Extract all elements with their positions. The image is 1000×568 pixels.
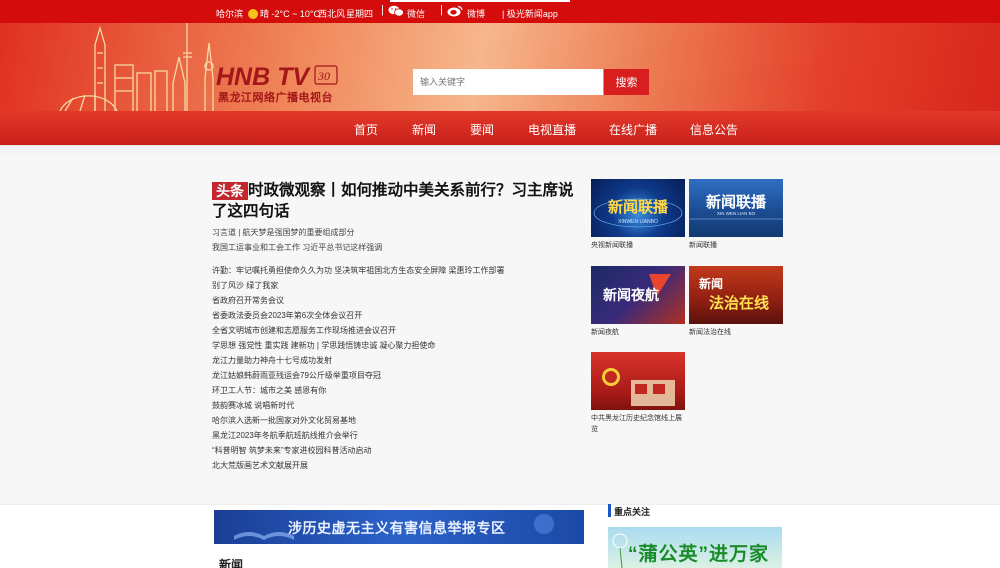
- sun-icon: [249, 10, 257, 18]
- site-header: HNB TV 30 黑龙江网络广播电视台 搜索: [0, 23, 1000, 111]
- top-divider: [390, 0, 570, 2]
- list-item[interactable]: 省政府召开常务会议: [212, 293, 504, 308]
- sub-link[interactable]: 习言道 | 航天梦是强国梦的重要组成部分: [212, 225, 382, 240]
- thumb-news-broadcast[interactable]: 新闻联播 XIN WEN LIAN BO: [689, 179, 783, 237]
- focus-feature-text: “蒲公英”进万家: [628, 544, 770, 565]
- svg-text:法治在线: 法治在线: [709, 294, 769, 312]
- thumb-caption[interactable]: 新闻法治在线: [689, 327, 785, 338]
- city-skyline-illustration: [59, 23, 214, 111]
- search-input[interactable]: [413, 69, 603, 95]
- svg-text:新闻联播: 新闻联播: [608, 198, 669, 216]
- report-zone-banner[interactable]: 涉历史虚无主义有害信息举报专区: [214, 510, 584, 544]
- list-item[interactable]: 学思想 强党性 重实践 建新功 | 学思践悟铸忠诚 凝心聚力担使命: [212, 338, 504, 353]
- list-item[interactable]: 许勤：牢记嘱托勇担使命久久为功 坚决筑牢祖国北方生态安全屏障 梁惠玲工作部署: [212, 263, 504, 278]
- svg-text:XINWEN LIANBO: XINWEN LIANBO: [618, 219, 658, 225]
- nav-announcements[interactable]: 信息公告: [690, 121, 738, 138]
- list-item[interactable]: 省委政法委员会2023年第6次全体会议召开: [212, 308, 504, 323]
- nav-tv-live[interactable]: 电视直播: [528, 121, 576, 138]
- svg-text:XIN WEN LIAN BO: XIN WEN LIAN BO: [717, 211, 756, 216]
- headline-sub-links: 习言道 | 航天梦是强国梦的重要组成部分 我国工运事业和工会工作 习近平总书记这…: [212, 225, 382, 255]
- list-item[interactable]: 环卫工人节：城市之美 感恩有你: [212, 383, 504, 398]
- svg-text:新闻联播: 新闻联播: [706, 193, 767, 211]
- banner-text: 涉历史虚无主义有害信息举报专区: [288, 520, 506, 536]
- site-logo[interactable]: HNB TV 30: [216, 63, 340, 89]
- weekday-label: 星期四: [346, 9, 374, 19]
- focus-section-title: 重点关注: [614, 507, 651, 517]
- weibo-icon[interactable]: [447, 5, 463, 17]
- thumb-law-online[interactable]: 新闻 法治在线: [689, 266, 783, 324]
- top-bar: 哈尔滨 晴 -2°C ~ 10°C 西北风 星期四 | 微信 | 微博 | 极光…: [0, 0, 1000, 23]
- svg-text:30: 30: [317, 69, 330, 83]
- list-item[interactable]: 别了风沙 绿了我家: [212, 278, 504, 293]
- thumb-caption[interactable]: 新闻夜航: [591, 327, 687, 338]
- weibo-link[interactable]: 微博: [467, 7, 485, 20]
- news-list: 许勤：牢记嘱托勇担使命久久为功 坚决筑牢祖国北方生态安全屏障 梁惠玲工作部署 别…: [212, 263, 504, 473]
- focus-feature-image[interactable]: “蒲公英”进万家: [608, 527, 782, 568]
- search-button[interactable]: 搜索: [604, 69, 649, 95]
- list-item[interactable]: “科普明智 筑梦未来”专家进校园科普活动启动: [212, 443, 504, 458]
- wechat-icon[interactable]: [388, 5, 404, 17]
- news-section-title: 新闻: [219, 558, 244, 568]
- nav-radio[interactable]: 在线广播: [609, 121, 657, 138]
- nav-shadow: [0, 145, 1000, 155]
- thumb-cctv-news[interactable]: 新闻联播 XINWEN LIANBO: [591, 179, 685, 237]
- nav-home[interactable]: 首页: [354, 121, 378, 138]
- svg-text:HNB TV: HNB TV: [216, 63, 311, 89]
- list-item[interactable]: 北大荒版画艺术文献展开展: [212, 458, 504, 473]
- list-item[interactable]: 龙江力量助力神舟十七号成功发射: [212, 353, 504, 368]
- nav-news[interactable]: 新闻: [412, 121, 436, 138]
- city-label: 哈尔滨: [216, 9, 244, 19]
- svg-text:新闻: 新闻: [699, 276, 723, 291]
- wechat-link[interactable]: 微信: [407, 7, 425, 20]
- svg-text:新闻夜航: 新闻夜航: [603, 287, 659, 304]
- main-nav: 首页 新闻 要闻 电视直播 在线广播 信息公告: [0, 111, 1000, 145]
- thumb-party-history-exhibition[interactable]: [591, 352, 685, 410]
- thumb-caption[interactable]: 央视新闻联播: [591, 240, 687, 251]
- list-item[interactable]: 哈尔滨入选新一批国家对外文化贸易基地: [212, 413, 504, 428]
- thumb-caption[interactable]: 中共黑龙江历史纪念馆线上展览: [591, 413, 687, 435]
- thumb-news-night[interactable]: 新闻夜航: [591, 266, 685, 324]
- list-item[interactable]: 龙江姑娘韩蔚雨亚残运会79公斤级举重项目夺冠: [212, 368, 504, 383]
- headline-tag: 头条: [212, 182, 248, 200]
- site-name: 黑龙江网络广播电视台: [218, 92, 333, 104]
- wind-label: 西北风: [318, 9, 346, 19]
- app-link[interactable]: | 极光新闻app: [502, 7, 558, 20]
- party-emblem-icon: [602, 368, 675, 406]
- focus-title-marker: [608, 504, 611, 517]
- weather-info: 晴 -2°C ~ 10°C: [249, 7, 320, 20]
- list-item[interactable]: 鼓韵赛冰城 说唱新时代: [212, 398, 504, 413]
- nav-headlines[interactable]: 要闻: [470, 121, 494, 138]
- thumb-caption[interactable]: 新闻联播: [689, 240, 785, 251]
- list-item[interactable]: 黑龙江2023年冬航季航班航线推介会举行: [212, 428, 504, 443]
- list-item[interactable]: 全省文明城市创建和志愿服务工作现场推进会议召开: [212, 323, 504, 338]
- sub-link[interactable]: 我国工运事业和工会工作 习近平总书记这样强调: [212, 240, 382, 255]
- headline-title[interactable]: 时政微观察丨如何推动中美关系前行？习主席说了这四句话: [212, 180, 584, 222]
